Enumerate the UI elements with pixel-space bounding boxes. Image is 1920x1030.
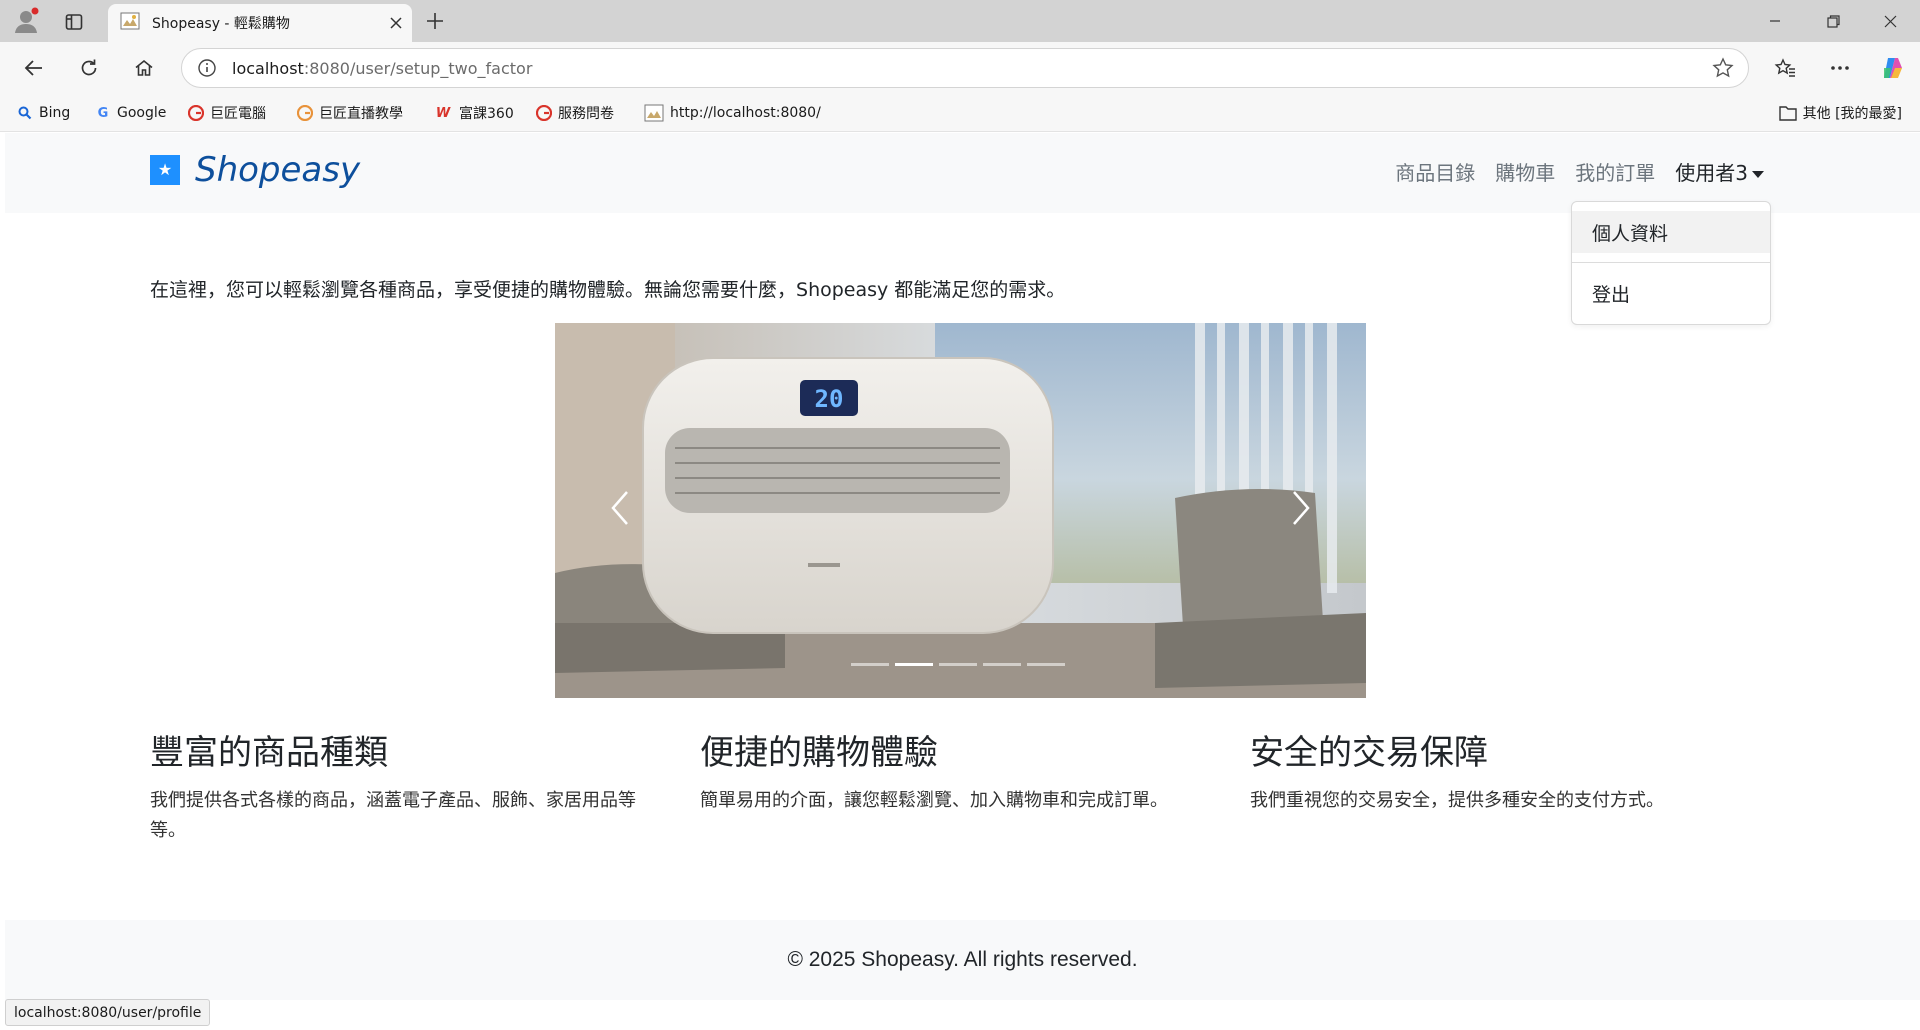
user-dropdown-menu: 個人資料 登出 — [1571, 201, 1771, 325]
carousel-next-button[interactable] — [1281, 483, 1321, 533]
bookmark-survey[interactable]: 服務問卷 — [536, 94, 614, 132]
url-host: localhost — [232, 58, 304, 78]
broken-image-icon — [120, 12, 140, 35]
bookmark-gjun[interactable]: 巨匠電腦 — [188, 94, 266, 132]
carousel-indicator[interactable] — [939, 663, 977, 666]
nav-links: 商品目錄 購物車 我的訂單 使用者3 — [1375, 157, 1764, 186]
caret-down-icon — [1752, 171, 1764, 178]
restore-icon[interactable] — [1805, 0, 1861, 42]
folder-icon — [1778, 105, 1797, 121]
feature-title: 豐富的商品種類 — [150, 733, 388, 773]
close-tab-icon[interactable] — [380, 17, 412, 29]
bookmark-label: 富課360 — [459, 106, 514, 122]
feature-text: 簡單易用的介面，讓您輕鬆瀏覽、加入購物車和完成訂單。 — [700, 790, 1168, 811]
minimize-icon[interactable] — [1747, 0, 1803, 42]
carousel-indicator[interactable] — [851, 663, 889, 666]
bookmark-label: 服務問卷 — [558, 106, 614, 122]
page-viewport: ★ Shopeasy 商品目錄 購物車 我的訂單 使用者3 個人資料 登出 在這… — [5, 133, 1920, 1030]
nav-catalog[interactable]: 商品目錄 — [1395, 157, 1475, 186]
more-options-icon[interactable] — [1824, 52, 1856, 84]
feature-convenience: 便捷的購物體驗 簡單易用的介面，讓您輕鬆瀏覽、加入購物車和完成訂單。 — [700, 725, 1250, 846]
dropdown-logout[interactable]: 登出 — [1572, 272, 1770, 314]
new-tab-icon[interactable] — [421, 7, 449, 35]
google-icon: G — [97, 105, 109, 121]
user-menu-toggle[interactable]: 使用者3 — [1675, 157, 1764, 186]
feature-title: 安全的交易保障 — [1250, 733, 1488, 773]
browser-toolbar: localhost:8080/user/setup_two_factor — [0, 42, 1920, 94]
url-path: :8080/user/setup_two_factor — [303, 58, 533, 78]
address-url: localhost:8080/user/setup_two_factor — [232, 59, 532, 78]
feature-security: 安全的交易保障 我們重視您的交易安全，提供多種安全的支付方式。 — [1250, 725, 1800, 846]
nav-cart[interactable]: 購物車 — [1495, 157, 1555, 186]
bookmark-label: Bing — [39, 105, 71, 121]
intro-text: 在這裡，您可以輕鬆瀏覽各種商品，享受便捷的購物體驗。無論您需要什麼，Shopea… — [150, 279, 1066, 301]
star-logo-icon: ★ — [150, 155, 180, 185]
bookmark-bing[interactable]: Bing — [17, 94, 70, 132]
gjun-survey-icon — [536, 105, 552, 121]
product-carousel: 20 — [555, 323, 1366, 698]
site-info-icon[interactable] — [182, 58, 232, 78]
close-window-icon[interactable] — [1862, 0, 1918, 42]
carousel-prev-button[interactable] — [600, 483, 640, 533]
carousel-indicators — [851, 663, 1071, 666]
carousel-slide-image: 20 — [555, 323, 1366, 698]
favorite-star-icon[interactable] — [1712, 57, 1734, 84]
bing-search-icon — [17, 105, 33, 121]
nav-orders[interactable]: 我的訂單 — [1575, 157, 1655, 186]
user-name: 使用者3 — [1675, 161, 1748, 185]
gjun-icon — [188, 105, 204, 121]
dropdown-divider — [1572, 262, 1770, 263]
profile-avatar-icon[interactable] — [10, 5, 42, 37]
carousel-indicator[interactable] — [1027, 663, 1065, 666]
w-icon: W — [435, 105, 451, 121]
gjun-live-icon — [297, 105, 313, 121]
bookmark-localhost[interactable]: http://localhost:8080/ — [644, 94, 821, 132]
active-tab[interactable]: Shopeasy - 輕鬆購物 — [108, 4, 412, 42]
copilot-icon[interactable] — [1877, 52, 1909, 84]
status-bar-url: localhost:8080/user/profile — [5, 999, 211, 1026]
feature-variety: 豐富的商品種類 我們提供各式各樣的商品，涵蓋電子產品、服飾、家居用品等等。 — [150, 725, 700, 846]
feature-text: 我們重視您的交易安全，提供多種安全的支付方式。 — [1250, 790, 1664, 811]
ac-display-reading: 20 — [815, 385, 844, 413]
browser-tab-bar: Shopeasy - 輕鬆購物 — [0, 0, 1920, 42]
favorites-icon[interactable] — [1769, 52, 1801, 84]
bookmark-label: 巨匠直播教學 — [319, 106, 403, 122]
other-favorites-label: 其他 [我的最愛] — [1802, 106, 1902, 122]
back-icon[interactable] — [18, 52, 50, 84]
chevron-right-icon — [1293, 491, 1310, 525]
carousel-indicator[interactable] — [983, 663, 1021, 666]
feature-title: 便捷的購物體驗 — [700, 733, 938, 773]
features-row: 豐富的商品種類 我們提供各式各樣的商品，涵蓋電子產品、服飾、家居用品等等。 便捷… — [150, 725, 1800, 846]
bookmark-label: Google — [117, 105, 167, 121]
bookmark-w[interactable]: W 富課360 — [433, 94, 514, 132]
site-footer: © 2025 Shopeasy. All rights reserved. — [5, 920, 1920, 1000]
refresh-icon[interactable] — [73, 52, 105, 84]
bookmark-gjun-live[interactable]: 巨匠直播教學 — [297, 94, 403, 132]
bookmarks-bar: Bing G Google 巨匠電腦 巨匠直播教學 W 富課360 服務問卷 h… — [0, 94, 1920, 132]
other-favorites[interactable]: 其他 [我的最愛] — [1778, 94, 1902, 132]
broken-image-icon — [644, 104, 664, 122]
brand-name: Shopeasy — [195, 150, 361, 190]
bookmark-label: http://localhost:8080/ — [670, 105, 821, 121]
feature-text: 我們提供各式各樣的商品，涵蓋電子產品、服飾、家居用品等等。 — [150, 790, 636, 841]
brand-link[interactable]: ★ Shopeasy — [150, 150, 360, 190]
tab-title: Shopeasy - 輕鬆購物 — [152, 16, 290, 32]
bookmark-google[interactable]: G Google — [95, 94, 167, 132]
carousel-indicator-active[interactable] — [895, 663, 933, 666]
home-icon[interactable] — [128, 52, 160, 84]
bookmark-label: 巨匠電腦 — [210, 106, 266, 122]
vertical-tabs-icon[interactable] — [60, 8, 88, 36]
address-bar[interactable]: localhost:8080/user/setup_two_factor — [181, 48, 1749, 88]
dropdown-profile[interactable]: 個人資料 — [1572, 211, 1770, 253]
chevron-left-icon — [611, 491, 628, 525]
